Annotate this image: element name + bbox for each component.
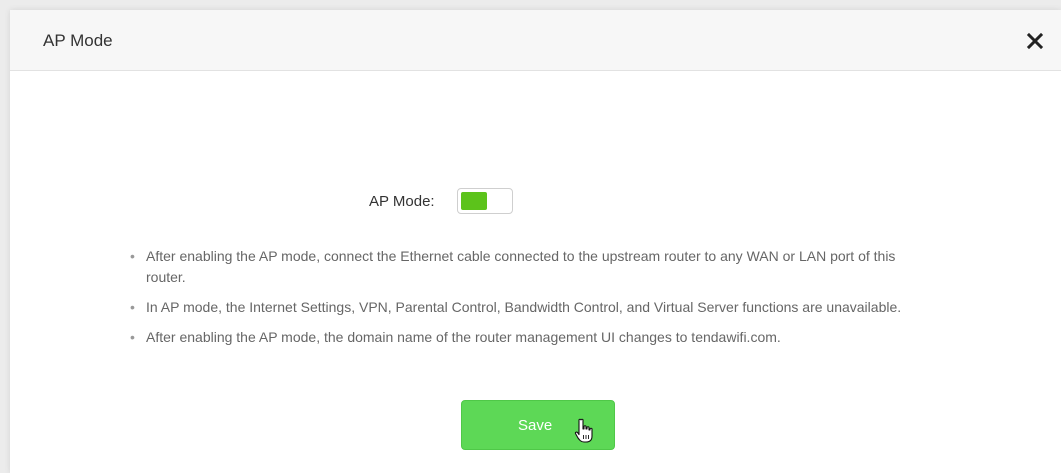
toggle-on-indicator [461,192,487,210]
save-button[interactable]: Save [461,400,615,450]
ap-mode-toggle[interactable] [457,188,513,214]
hand-pointer-icon [574,418,593,443]
list-item: • After enabling the AP mode, connect the… [130,246,930,288]
bullet-icon: • [130,329,135,345]
note-text: After enabling the AP mode, connect the … [146,248,896,285]
bullet-icon: • [130,248,135,264]
note-text: After enabling the AP mode, the domain n… [146,329,781,345]
list-item: • After enabling the AP mode, the domain … [130,327,930,348]
close-icon [1026,32,1044,50]
close-button[interactable] [1025,31,1045,51]
ap-mode-dialog: AP Mode AP Mode: • After enabling the AP … [10,10,1061,473]
dialog-header: AP Mode [10,10,1061,71]
bullet-icon: • [130,299,135,315]
ap-mode-label: AP Mode: [369,193,435,210]
ap-mode-field: AP Mode: [10,187,1061,217]
list-item: • In AP mode, the Internet Settings, VPN,… [130,297,930,318]
save-button-label: Save [518,417,553,434]
note-text: In AP mode, the Internet Settings, VPN, … [146,299,902,315]
dialog-title: AP Mode [43,31,113,50]
notes-list: • After enabling the AP mode, connect the… [130,246,930,357]
